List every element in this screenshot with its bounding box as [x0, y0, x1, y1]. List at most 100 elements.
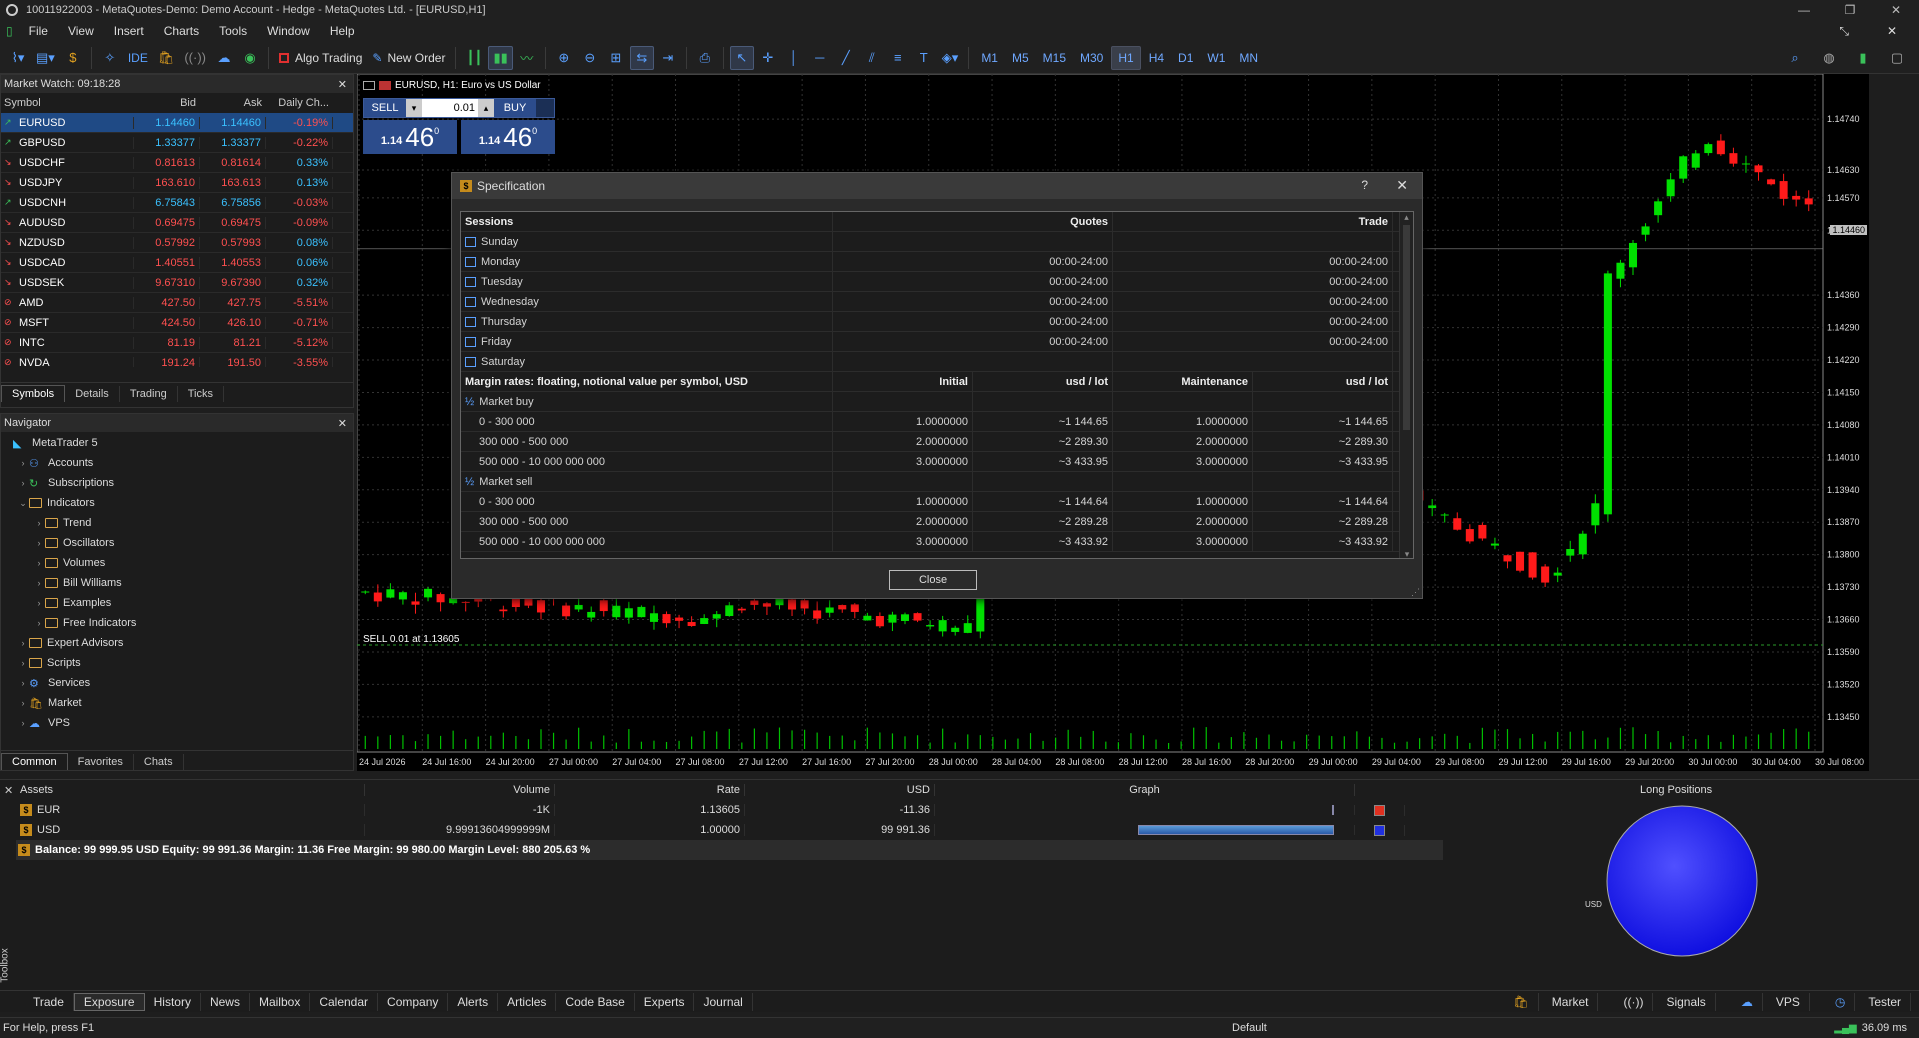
account-icon[interactable]: ▢ — [1885, 46, 1909, 70]
signals-icon[interactable]: ((·)) — [180, 46, 210, 70]
chevron-down-icon[interactable]: ⌄ — [17, 498, 29, 509]
channel-icon[interactable]: ⫽ — [860, 46, 884, 70]
horizontal-line-icon[interactable]: ─ — [808, 46, 832, 70]
exposure-row[interactable]: $ USD 9.99913604999999M 1.00000 99 991.36 — [16, 820, 1443, 840]
dialog-close-button[interactable]: Close — [889, 570, 977, 590]
signal-strength-icon[interactable]: ▮ — [1851, 46, 1875, 70]
navigator-item[interactable]: › ⚇ Accounts — [1, 453, 353, 473]
col-ask[interactable]: Ask — [200, 97, 266, 109]
tab-common[interactable]: Common — [1, 753, 68, 770]
market-watch-row[interactable]: ⊘ AMD 427.50 427.75 -5.51% — [1, 293, 353, 313]
navigator-item[interactable]: › ☁ VPS — [1, 713, 353, 733]
new-chart-icon[interactable]: ⌇▾ — [6, 46, 30, 70]
position-line-label[interactable]: SELL 0.01 at 1.13605 — [363, 634, 459, 645]
chevron-right-icon[interactable]: › — [17, 638, 29, 648]
tab-journal[interactable]: Journal — [694, 992, 753, 1011]
navigator-close-icon[interactable]: ✕ — [338, 417, 353, 430]
tab-details[interactable]: Details — [65, 386, 120, 402]
line-chart-icon[interactable]: 〰 — [515, 46, 539, 70]
auto-scroll-icon[interactable]: ⇆ — [629, 45, 654, 70]
new-order-button[interactable]: ✎ New Order — [368, 46, 449, 70]
navigator-item[interactable]: › Examples — [1, 593, 353, 613]
col-usd[interactable]: USD — [745, 784, 935, 796]
navigator-item[interactable]: › Trend — [1, 513, 353, 533]
menu-tools[interactable]: Tools — [209, 24, 257, 38]
toolbox-close-icon[interactable]: ✕ — [4, 784, 13, 797]
menu-view[interactable]: View — [58, 24, 104, 38]
search-icon[interactable]: ⌕ — [1783, 46, 1807, 70]
tab-exposure[interactable]: Exposure — [73, 992, 145, 1011]
tab-company[interactable]: Company — [378, 992, 449, 1011]
tab-mailbox[interactable]: Mailbox — [250, 992, 311, 1011]
chevron-right-icon[interactable]: › — [33, 598, 45, 608]
spec-scrollbar[interactable]: ▴ ▾ — [1399, 212, 1413, 558]
tf-mn[interactable]: MN — [1233, 46, 1264, 70]
navigator-item[interactable]: › ↻ Subscriptions — [1, 473, 353, 493]
market-watch-row[interactable]: ↗ EURUSD 1.14460 1.14460 -0.19% — [1, 113, 353, 133]
chevron-right-icon[interactable]: › — [17, 718, 29, 728]
tab-code-base[interactable]: Code Base — [556, 992, 635, 1011]
zoom-in-icon[interactable]: ⊕ — [552, 46, 576, 70]
lot-increase-button[interactable]: ▴ — [478, 99, 494, 117]
navigator-item[interactable]: ◣ MetaTrader 5 — [1, 433, 353, 453]
market-watch-row[interactable]: ↘ USDSEK 9.67310 9.67390 0.32% — [1, 273, 353, 293]
chevron-right-icon[interactable]: › — [33, 538, 45, 548]
col-bid[interactable]: Bid — [134, 97, 200, 109]
navigator-item[interactable]: › Volumes — [1, 553, 353, 573]
col-daily-change[interactable]: Daily Ch... — [266, 97, 333, 109]
tab-calendar[interactable]: Calendar — [310, 992, 379, 1011]
col-rate[interactable]: Rate — [555, 784, 745, 796]
resize-grip-icon[interactable]: ⋰ — [1411, 587, 1420, 598]
screenshot-icon[interactable]: ⎙ — [693, 46, 717, 70]
dialog-help-button[interactable]: ? — [1361, 178, 1368, 192]
cursor-icon[interactable]: ↖ — [729, 45, 754, 70]
market-watch-row[interactable]: ↗ GBPUSD 1.33377 1.33377 -0.22% — [1, 133, 353, 153]
market-watch-row[interactable]: ↘ AUDUSD 0.69475 0.69475 -0.09% — [1, 213, 353, 233]
navigator-item[interactable]: › Free Indicators — [1, 613, 353, 633]
menu-insert[interactable]: Insert — [104, 24, 154, 38]
market-watch-close-icon[interactable]: ✕ — [338, 78, 353, 91]
buy-price-box[interactable]: 1.14 46 0 — [461, 120, 555, 154]
market-watch-row[interactable]: ↗ USDCNH 6.75843 6.75856 -0.03% — [1, 193, 353, 213]
dialog-close-icon[interactable]: ✕ — [1396, 177, 1408, 194]
col-graph[interactable]: Graph — [935, 784, 1355, 796]
navigator-item[interactable]: › Scripts — [1, 653, 353, 673]
bar-chart-icon[interactable]: ┃┃ — [462, 46, 486, 70]
market-watch-row[interactable]: ↘ USDCHF 0.81613 0.81614 0.33% — [1, 153, 353, 173]
child-restore-icon[interactable]: ⤡ — [1829, 24, 1859, 39]
profiles-icon[interactable]: ▤▾ — [32, 46, 59, 70]
market-watch-row[interactable]: ⊘ MSFT 424.50 426.10 -0.71% — [1, 313, 353, 333]
tester-link[interactable]: ◷ Tester — [1826, 992, 1911, 1011]
ide-button[interactable]: IDE — [124, 46, 152, 70]
chevron-right-icon[interactable]: › — [17, 478, 29, 488]
child-close-icon[interactable]: ✕ — [1877, 24, 1907, 39]
navigator-item[interactable]: › 🛍 Market — [1, 693, 353, 713]
chevron-right-icon[interactable]: › — [33, 578, 45, 588]
close-window-button[interactable]: ✕ — [1873, 0, 1919, 20]
chevron-right-icon[interactable]: › — [17, 458, 29, 468]
dollar-icon[interactable]: $ — [61, 46, 85, 70]
market-watch-row[interactable]: ↘ NZDUSD 0.57992 0.57993 0.08% — [1, 233, 353, 253]
tf-m5[interactable]: M5 — [1006, 46, 1035, 70]
shapes-icon[interactable]: ◈▾ — [938, 46, 963, 70]
navigator-item[interactable]: › Expert Advisors — [1, 633, 353, 653]
tf-h4[interactable]: H4 — [1143, 46, 1170, 70]
vertical-line-icon[interactable]: │ — [782, 46, 806, 70]
tab-alerts[interactable]: Alerts — [448, 992, 499, 1011]
chevron-right-icon[interactable]: › — [17, 698, 29, 708]
navigator-item[interactable]: › Oscillators — [1, 533, 353, 553]
navigator-item[interactable]: ⌄ Indicators — [1, 493, 353, 513]
maximize-button[interactable]: ❐ — [1827, 0, 1873, 20]
algo-trading-button[interactable]: Algo Trading — [275, 46, 366, 70]
market-link[interactable]: 🛍 Market — [1505, 992, 1599, 1011]
col-volume[interactable]: Volume — [365, 784, 555, 796]
tab-experts[interactable]: Experts — [635, 992, 695, 1011]
menu-window[interactable]: Window — [257, 24, 320, 38]
candlestick-icon[interactable]: ▮▮ — [488, 45, 513, 70]
market-bag-icon[interactable]: 🛍 — [154, 46, 179, 70]
tf-d1[interactable]: D1 — [1172, 46, 1199, 70]
lot-decrease-button[interactable]: ▾ — [406, 99, 422, 117]
menu-help[interactable]: Help — [320, 24, 365, 38]
tile-windows-icon[interactable]: ⊞ — [604, 46, 628, 70]
scroll-up-icon[interactable]: ▴ — [1400, 212, 1413, 223]
